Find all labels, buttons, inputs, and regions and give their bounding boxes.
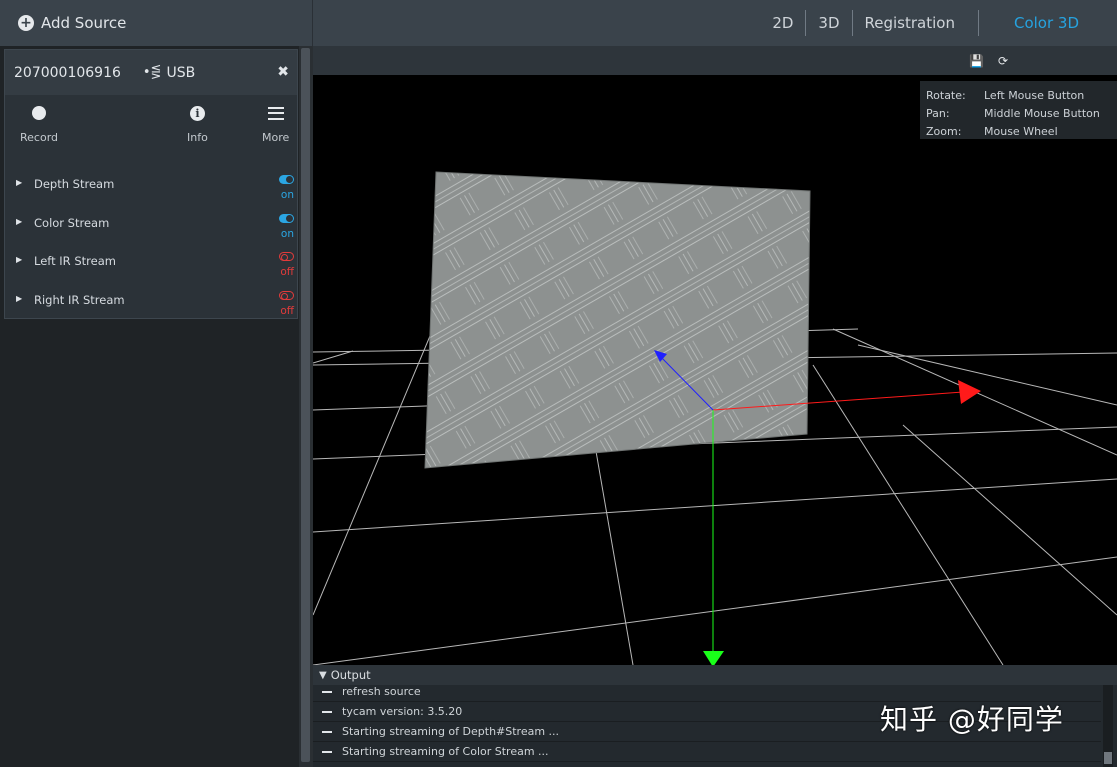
scrollbar-thumb[interactable] — [1104, 752, 1112, 764]
usb-icon: •⋚ — [142, 65, 162, 80]
top-bar: + Add Source 2D 3D Registration Color 3D — [0, 0, 1117, 46]
stream-toggle[interactable]: off — [268, 246, 294, 278]
log-text: Starting streaming of Color Stream ... — [342, 745, 549, 758]
3d-viewport[interactable]: Rotate: Left Mouse Button Pan: Middle Mous… — [313, 75, 1117, 665]
toggle-state: on — [280, 189, 294, 201]
save-icon[interactable]: 💾 — [969, 54, 984, 68]
tab-color-3d[interactable]: Color 3D — [977, 10, 1117, 36]
log-text: Starting streaming of Depth#Stream ... — [342, 725, 560, 738]
stream-left-ir[interactable]: ▶ Left IR Stream off — [5, 243, 299, 281]
hint-key: Zoom: — [926, 124, 962, 138]
record-button[interactable]: Record — [20, 103, 58, 144]
scene-canvas[interactable] — [313, 75, 1117, 665]
stream-toggle[interactable]: off — [268, 285, 294, 317]
stream-name: Color Stream — [34, 216, 110, 230]
scrollbar-thumb[interactable] — [301, 48, 310, 762]
viewport-toolbar: 💾 ⟳ — [313, 46, 1117, 75]
collapse-triangle-icon[interactable]: ▼ — [319, 670, 327, 681]
stream-toggle[interactable]: on — [268, 208, 294, 240]
mouse-controls-hint: Rotate: Left Mouse Button Pan: Middle Mous… — [920, 81, 1117, 139]
hint-value: Middle Mouse Button — [984, 106, 1100, 120]
record-label: Record — [20, 131, 59, 144]
toggle-off-icon — [279, 291, 294, 300]
info-button[interactable]: i Info — [187, 103, 208, 144]
refresh-icon[interactable]: ⟳ — [998, 54, 1008, 68]
device-header: 207000106916 •⋚ USB ✖ — [5, 50, 297, 95]
expand-triangle-icon[interactable]: ▶ — [16, 217, 22, 226]
stream-name: Right IR Stream — [34, 293, 125, 307]
connection-type: USB — [166, 64, 196, 81]
tab-3d[interactable]: 3D — [806, 10, 853, 36]
log-text: tycam version: 3.5.20 — [342, 705, 463, 718]
device-card: 207000106916 •⋚ USB ✖ Record i Info More… — [4, 49, 298, 319]
hint-value: Left Mouse Button — [984, 88, 1085, 102]
stream-toggle[interactable]: on — [268, 169, 294, 201]
stream-right-ir[interactable]: ▶ Right IR Stream off — [5, 282, 299, 320]
bullet-dash-icon — [322, 710, 332, 713]
expand-triangle-icon[interactable]: ▶ — [16, 178, 22, 187]
close-device-icon[interactable]: ✖ — [277, 64, 289, 80]
stream-color[interactable]: ▶ Color Stream on — [5, 205, 299, 243]
hint-value: Mouse Wheel — [984, 124, 1058, 138]
toggle-state: off — [280, 266, 294, 278]
log-text: refresh source — [342, 685, 421, 698]
expand-triangle-icon[interactable]: ▶ — [16, 255, 22, 264]
bullet-dash-icon — [322, 730, 332, 733]
device-id: 207000106916 — [14, 64, 121, 81]
bullet-dash-icon — [322, 690, 332, 693]
color-point-cloud — [424, 171, 811, 469]
hint-key: Rotate: — [926, 88, 966, 102]
stream-name: Left IR Stream — [34, 254, 116, 268]
stream-name: Depth Stream — [34, 177, 115, 191]
watermark: 知乎 @好同学 — [880, 703, 1064, 736]
add-source-button[interactable]: + Add Source — [0, 0, 313, 46]
stream-depth[interactable]: ▶ Depth Stream on — [5, 166, 299, 204]
hint-key: Pan: — [926, 106, 950, 120]
source-panel-scrollbar[interactable] — [299, 46, 313, 767]
plus-circle-icon: + — [18, 15, 34, 31]
output-title: Output — [330, 668, 371, 682]
record-icon — [32, 106, 46, 120]
device-actions: Record i Info More — [5, 95, 297, 151]
axis-x-arrow — [958, 380, 981, 404]
toggle-on-icon — [279, 175, 294, 184]
toggle-state: off — [280, 305, 294, 317]
toggle-state: on — [280, 228, 294, 240]
output-scrollbar[interactable] — [1103, 685, 1113, 767]
view-tabs: 2D 3D Registration Color 3D — [760, 0, 1117, 46]
tab-registration[interactable]: Registration — [853, 10, 978, 36]
info-label: Info — [187, 131, 208, 144]
axis-y-arrow — [703, 651, 724, 665]
expand-triangle-icon[interactable]: ▶ — [16, 294, 22, 303]
menu-icon — [267, 106, 284, 120]
toggle-off-icon — [279, 252, 294, 261]
more-button[interactable]: More — [262, 103, 289, 144]
bullet-dash-icon — [322, 750, 332, 753]
log-line: Starting streaming of Color Stream ... — [313, 742, 1101, 762]
info-icon: i — [189, 105, 205, 121]
more-label: More — [262, 131, 290, 144]
add-source-label: Add Source — [41, 14, 127, 32]
toggle-on-icon — [279, 214, 294, 223]
tab-2d[interactable]: 2D — [760, 10, 807, 36]
